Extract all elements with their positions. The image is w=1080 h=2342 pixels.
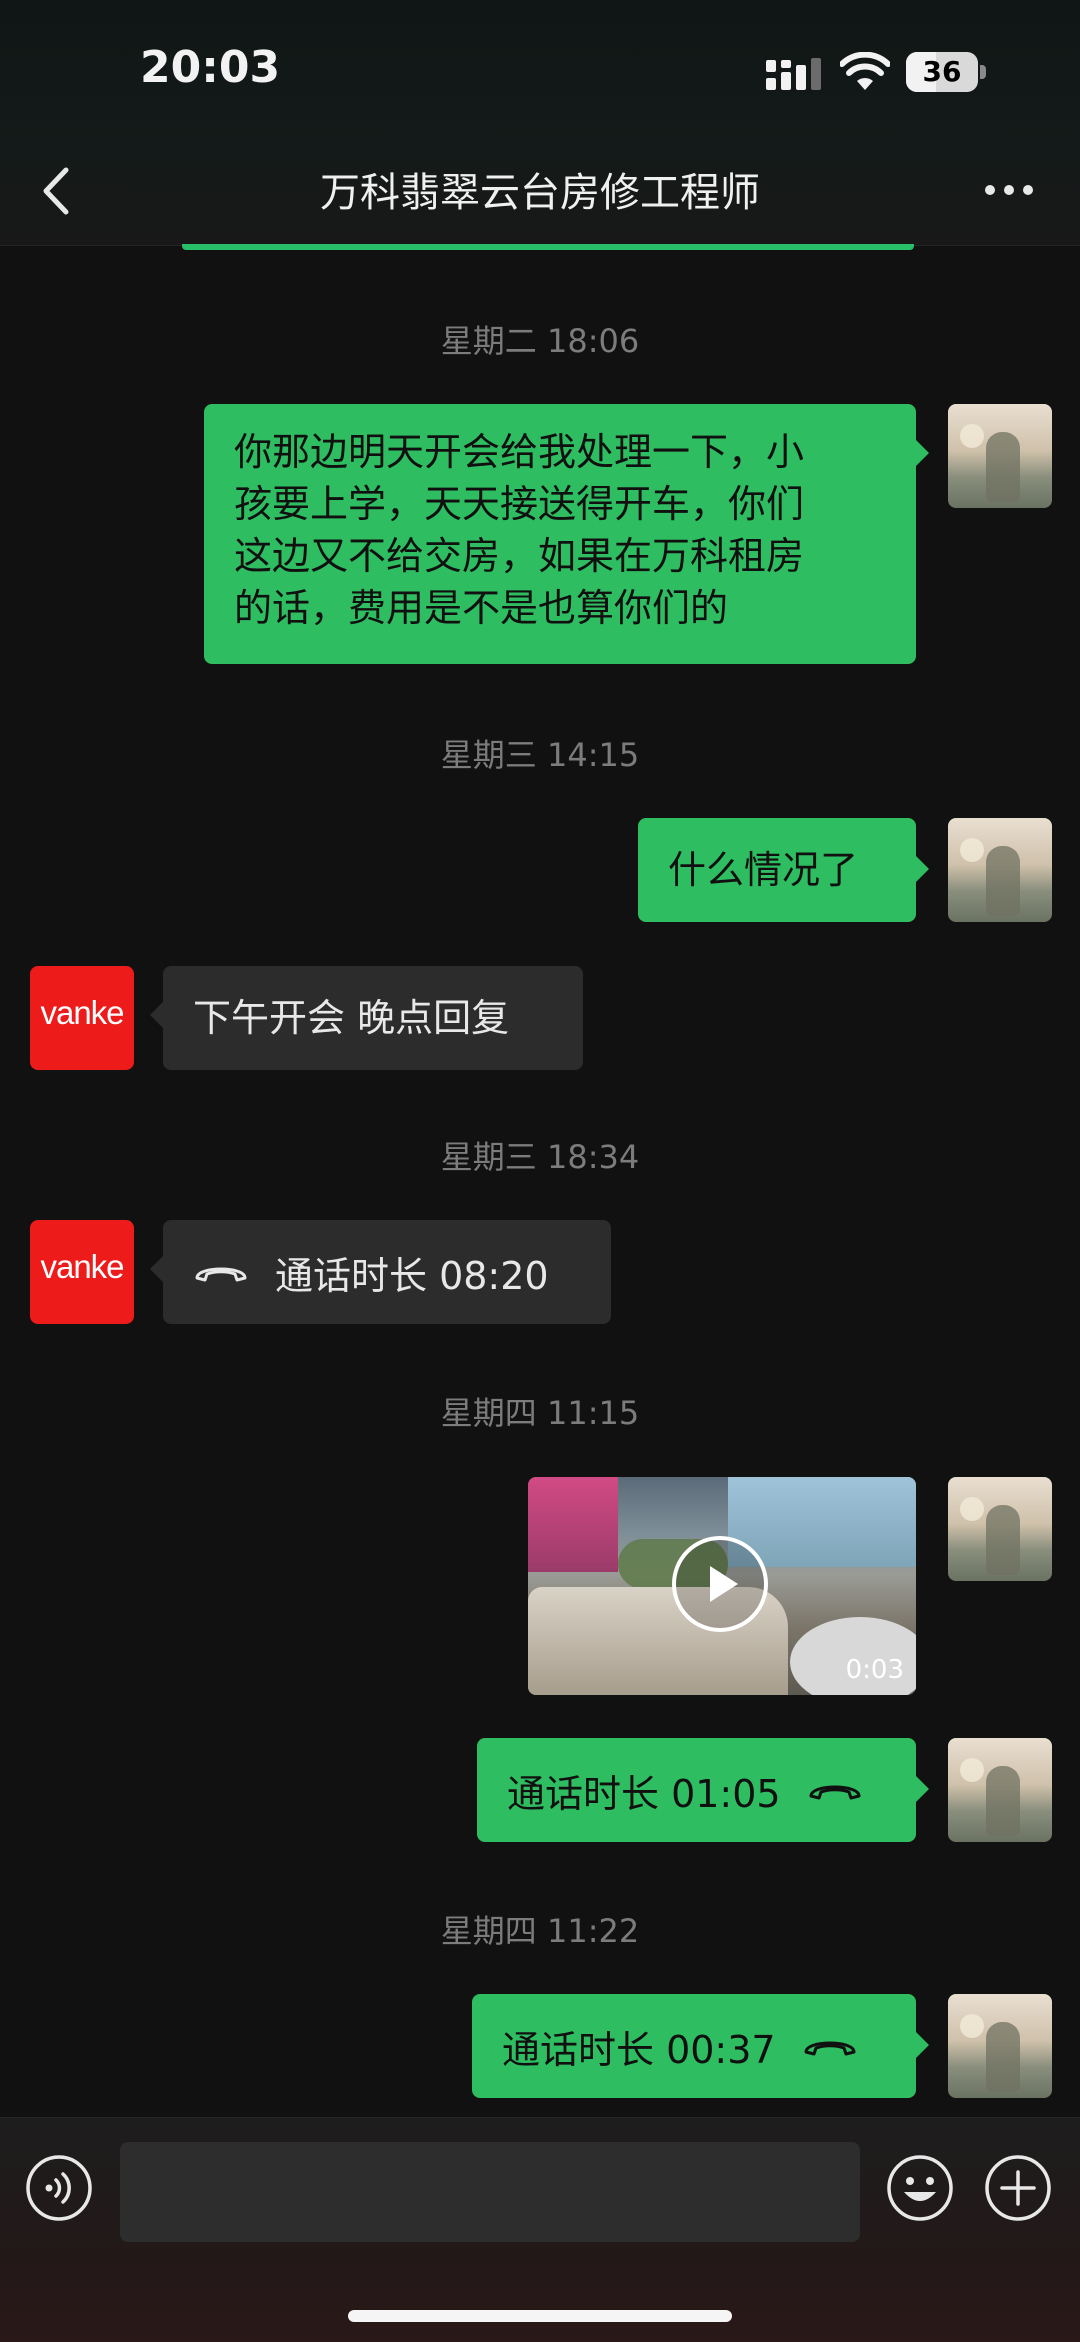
timestamp: 星期二 18:06 bbox=[440, 322, 640, 360]
call-record-bubble[interactable]: 通话时长 08:20 bbox=[163, 1220, 611, 1324]
previous-message-edge bbox=[182, 244, 914, 250]
wifi-icon bbox=[840, 52, 890, 90]
my-avatar[interactable] bbox=[948, 1477, 1052, 1581]
received-message-bubble[interactable]: 下午开会 晚点回复 bbox=[163, 966, 583, 1070]
my-avatar[interactable] bbox=[948, 404, 1052, 508]
timestamp: 星期四 11:22 bbox=[440, 1912, 640, 1950]
message-text: 下午开会 晚点回复 bbox=[193, 996, 510, 1040]
bubble-tail bbox=[916, 440, 929, 466]
phone-hangup-icon bbox=[809, 1785, 861, 1800]
call-record-bubble[interactable]: 通话时长 00:37 bbox=[472, 1994, 916, 2098]
bubble-tail bbox=[150, 1256, 163, 1282]
call-duration-text: 通话时长 00:37 bbox=[502, 2027, 776, 2072]
bubble-tail bbox=[916, 856, 929, 882]
video-message[interactable]: 0:03 bbox=[528, 1477, 916, 1695]
call-duration-text: 通话时长 01:05 bbox=[507, 1771, 781, 1816]
message-line: 的话，费用是不是也算你们的 bbox=[234, 586, 729, 630]
plus-icon[interactable] bbox=[984, 2154, 1052, 2222]
contact-avatar[interactable]: vanke bbox=[30, 1220, 134, 1324]
message-line: 你那边明天开会给我处理一下，小 bbox=[234, 430, 805, 474]
avatar-logo-text: vanke bbox=[40, 994, 124, 1031]
phone-hangup-icon bbox=[804, 2041, 856, 2056]
battery-icon: 36 bbox=[906, 52, 986, 92]
bubble-tail bbox=[150, 1002, 163, 1028]
call-record-bubble[interactable]: 通话时长 01:05 bbox=[477, 1738, 916, 1842]
message-line: 孩要上学，天天接送得开车，你们 bbox=[234, 482, 805, 526]
message-text: 什么情况了 bbox=[668, 848, 859, 892]
my-avatar[interactable] bbox=[948, 1994, 1052, 2098]
avatar-logo-text: vanke bbox=[40, 1248, 124, 1285]
my-avatar[interactable] bbox=[948, 818, 1052, 922]
more-dots-icon[interactable] bbox=[982, 170, 1036, 210]
bubble-tail bbox=[916, 2032, 929, 2058]
video-duration: 0:03 bbox=[845, 1655, 904, 1685]
timestamp: 星期三 14:15 bbox=[440, 736, 640, 774]
status-time: 20:03 bbox=[140, 42, 281, 93]
top-bar: 20:03 36 万科翡翠云台房修工程师 bbox=[0, 0, 1080, 246]
battery-level-text: 36 bbox=[922, 55, 962, 88]
timestamp: 星期四 11:15 bbox=[440, 1394, 640, 1432]
play-icon[interactable] bbox=[672, 1536, 768, 1632]
timestamp: 星期三 18:34 bbox=[440, 1138, 640, 1176]
phone-hangup-icon bbox=[195, 1267, 247, 1282]
chevron-left-icon[interactable] bbox=[36, 164, 76, 218]
sent-message-bubble[interactable]: 什么情况了 bbox=[638, 818, 916, 922]
emoji-icon[interactable] bbox=[886, 2154, 954, 2222]
home-indicator bbox=[348, 2310, 732, 2322]
chat-title: 万科翡翠云台房修工程师 bbox=[320, 170, 760, 216]
cellular-signal-icon bbox=[766, 58, 821, 90]
contact-avatar[interactable]: vanke bbox=[30, 966, 134, 1070]
call-duration-text: 通话时长 08:20 bbox=[275, 1253, 549, 1298]
my-avatar[interactable] bbox=[948, 1738, 1052, 1842]
sent-message-bubble[interactable]: 你那边明天开会给我处理一下，小 孩要上学，天天接送得开车，你们 这边又不给交房，… bbox=[204, 404, 916, 664]
message-input[interactable] bbox=[120, 2142, 860, 2242]
input-bar bbox=[0, 2117, 1080, 2342]
bubble-tail bbox=[916, 1776, 929, 1802]
voice-icon[interactable] bbox=[25, 2154, 93, 2222]
message-line: 这边又不给交房，如果在万科租房 bbox=[234, 534, 805, 578]
